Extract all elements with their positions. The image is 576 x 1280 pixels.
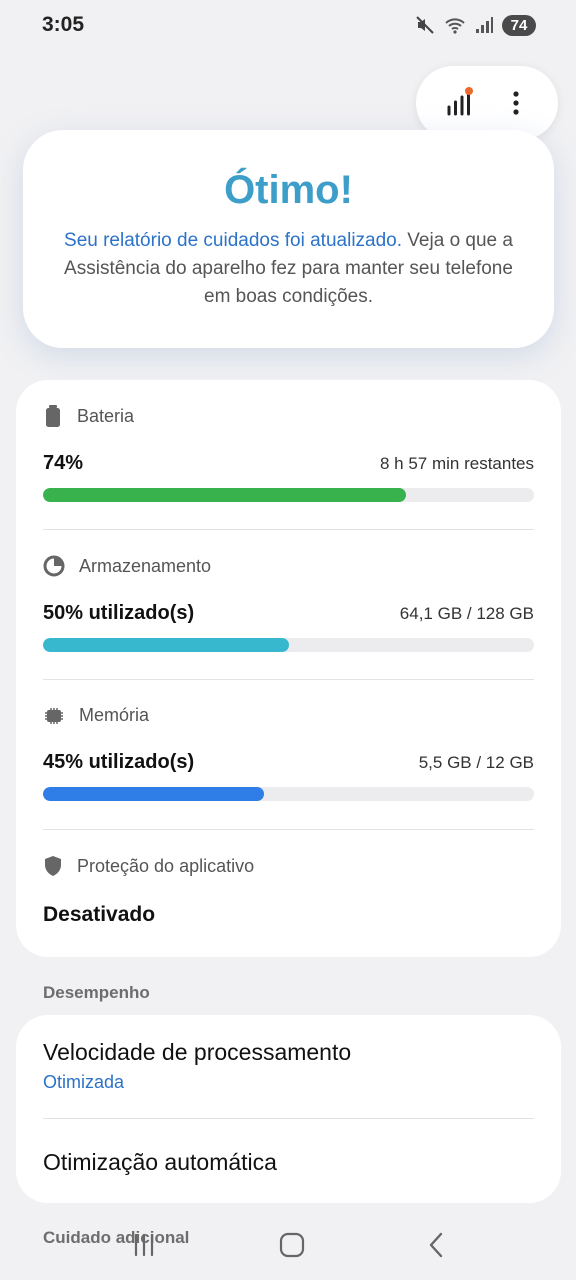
auto-optimization-title: Otimização automática <box>43 1149 277 1175</box>
shield-icon <box>43 855 63 877</box>
performance-section-label: Desempenho <box>43 983 150 1002</box>
care-report-link[interactable]: Seu relatório de cuidados foi atualizado… <box>64 230 402 251</box>
memory-label: Memória <box>79 705 150 725</box>
battery-percent: 74% <box>43 452 84 474</box>
hero-card: Ótimo! Seu relatório de cuidados foi atu… <box>23 130 554 348</box>
memory-row[interactable]: Memória 45% utilizado(s) 5,5 GB / 12 GB <box>43 680 534 830</box>
top-actions <box>416 66 558 140</box>
status-time: 3:05 <box>42 13 85 36</box>
battery-remaining: 8 h 57 min restantes <box>379 454 534 473</box>
battery-bar-fill <box>43 488 407 502</box>
battery-label: Bateria <box>77 405 135 426</box>
storage-label: Armazenamento <box>79 555 212 576</box>
storage-used: 50% utilizado(s) <box>43 602 195 624</box>
device-stats-card: Bateria 74% 8 h 57 min restantes Armazen… <box>16 380 561 957</box>
processing-speed-item[interactable]: Velocidade de processamento Otimizada <box>43 1015 534 1119</box>
pie-chart-icon <box>43 555 65 577</box>
storage-row[interactable]: Armazenamento 50% utilizado(s) 64,1 GB /… <box>43 530 534 680</box>
mute-icon <box>415 15 435 35</box>
recents-icon[interactable] <box>130 1232 158 1258</box>
app-protection-status: Desativado <box>43 903 156 926</box>
navigation-bar <box>0 1210 576 1280</box>
memory-used: 45% utilizado(s) <box>43 751 195 773</box>
back-icon[interactable] <box>426 1231 446 1259</box>
battery-row[interactable]: Bateria 74% 8 h 57 min restantes <box>43 380 534 530</box>
chart-icon[interactable] <box>439 83 479 123</box>
signal-icon <box>475 16 493 34</box>
wifi-icon <box>444 15 466 35</box>
more-vert-icon[interactable] <box>496 83 536 123</box>
hero-description: Seu relatório de cuidados foi atualizado… <box>23 227 554 311</box>
battery-icon <box>43 405 63 427</box>
memory-bar-fill <box>43 787 264 801</box>
memory-amount: 5,5 GB / 12 GB <box>418 753 534 772</box>
performance-card: Velocidade de processamento Otimizada Ot… <box>16 1015 561 1203</box>
processing-speed-status: Otimizada <box>43 1072 125 1092</box>
memory-chip-icon <box>43 706 65 726</box>
storage-amount: 64,1 GB / 128 GB <box>399 604 534 623</box>
status-icons: 74 <box>415 14 536 36</box>
auto-optimization-item[interactable]: Otimização automática <box>43 1119 534 1203</box>
hero-title: Ótimo! <box>224 168 353 212</box>
home-icon[interactable] <box>279 1232 305 1258</box>
processing-speed-title: Velocidade de processamento <box>43 1039 352 1065</box>
memory-bar <box>43 787 534 801</box>
app-protection-row[interactable]: Proteção do aplicativo Desativado <box>43 830 534 980</box>
battery-bar <box>43 488 534 502</box>
battery-indicator: 74 <box>502 14 536 36</box>
notification-dot <box>464 87 473 95</box>
status-bar: 3:05 74 <box>0 0 576 50</box>
storage-bar <box>43 638 534 652</box>
storage-bar-fill <box>43 638 289 652</box>
app-protection-label: Proteção do aplicativo <box>77 855 255 876</box>
